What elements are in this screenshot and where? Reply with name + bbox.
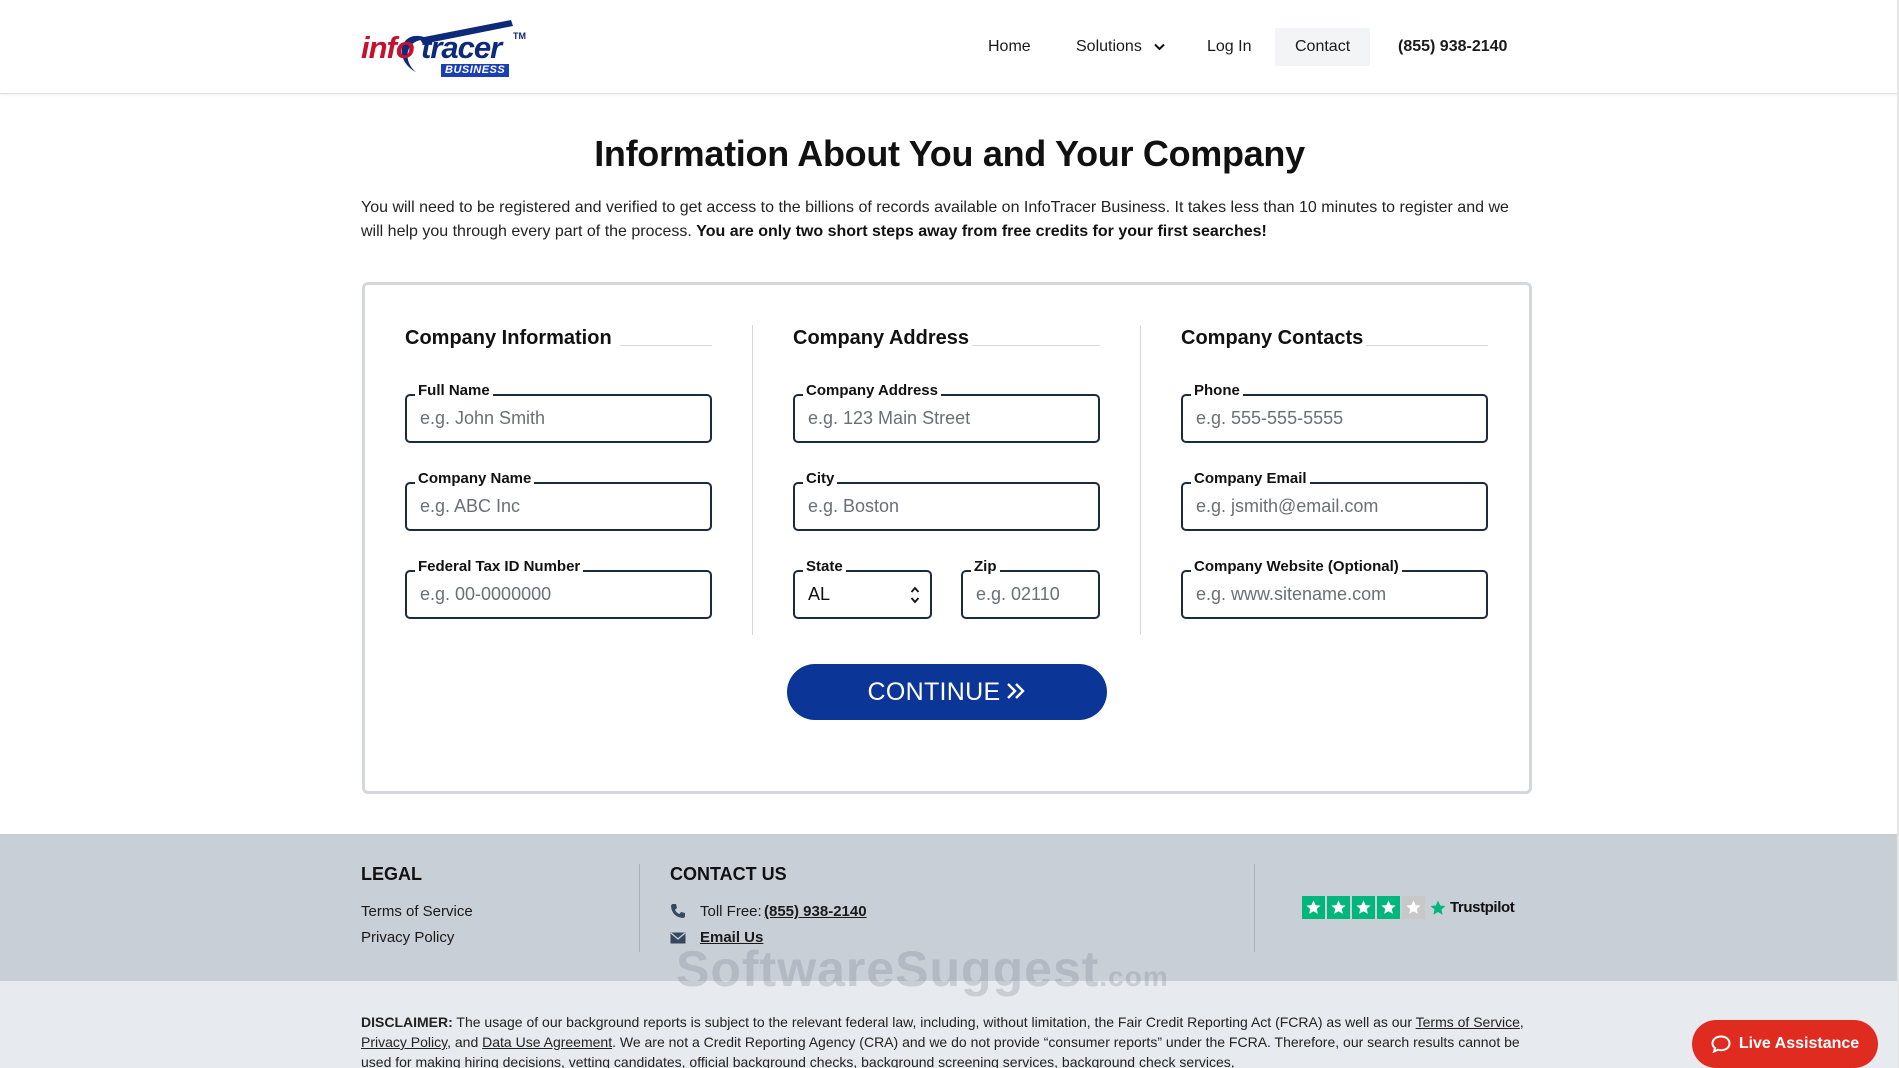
nav-home[interactable]: Home [988, 28, 1031, 66]
phone-icon [671, 904, 685, 918]
trustpilot-rating[interactable]: Trustpilot [1302, 896, 1515, 919]
nav-solutions-label: Solutions [1076, 38, 1142, 55]
heading-rule [1366, 345, 1488, 346]
watermark-suffix: .com [1099, 961, 1169, 992]
disclaimer-text: DISCLAIMER: The usage of our background … [361, 1012, 1541, 1068]
watermark-main: SoftwareSuggest [676, 941, 1100, 997]
zip-field: Zip [961, 558, 1100, 619]
tax-id-field: Federal Tax ID Number [405, 558, 712, 619]
footer-divider [639, 864, 640, 952]
disclaimer-text-1: The usage of our background reports is s… [456, 1014, 1412, 1030]
city-field: City [793, 470, 1100, 531]
intro-paragraph: You will need to be registered and verif… [361, 196, 1531, 244]
contact-us-heading: CONTACT US [670, 864, 787, 884]
nav-contact[interactable]: Contact [1275, 28, 1371, 66]
company-contacts-heading: Company Contacts [1181, 327, 1364, 349]
company-name-input[interactable] [420, 484, 697, 529]
company-name-field: Company Name [405, 470, 712, 531]
phone-input[interactable] [1196, 396, 1473, 441]
live-assistance-label: Live Assistance [1738, 1035, 1860, 1052]
company-address-heading: Company Address [793, 327, 969, 349]
live-assistance-button[interactable]: Live Assistance [1692, 1020, 1878, 1068]
company-email-input[interactable] [1196, 484, 1473, 529]
column-divider [1140, 325, 1141, 635]
disclaimer-terms-link[interactable]: Terms of Service [1416, 1014, 1520, 1030]
company-email-field: Company Email [1181, 470, 1488, 531]
heading-rule [620, 345, 712, 346]
logo-tm-text: TM [513, 31, 526, 41]
company-address-field: Company Address [793, 382, 1100, 443]
phone-field: Phone [1181, 382, 1488, 443]
continue-label: CONTINUE [867, 678, 1001, 706]
disclaimer-sep-1: , [1519, 1014, 1524, 1030]
zip-input[interactable] [976, 572, 1085, 617]
star-icon [1352, 896, 1375, 919]
heading-rule [972, 345, 1100, 346]
nav-login[interactable]: Log In [1207, 28, 1251, 66]
chat-bubble-icon [1711, 1035, 1731, 1053]
star-icon [1327, 896, 1350, 919]
full-name-field: Full Name [405, 382, 712, 443]
disclaimer-dua-link[interactable]: Data Use Agreement [482, 1034, 612, 1050]
company-website-input[interactable] [1196, 572, 1473, 617]
footer-privacy-link[interactable]: Privacy Policy [361, 929, 454, 946]
intro-bold-text: You are only two short steps away from f… [696, 223, 1267, 240]
select-arrows-icon [910, 586, 920, 604]
logo-business-badge: BUSINESS [441, 64, 510, 77]
city-input[interactable] [808, 484, 1085, 529]
column-divider [752, 325, 753, 635]
company-address-input[interactable] [808, 396, 1085, 441]
continue-button[interactable]: CONTINUE [787, 664, 1107, 720]
legal-heading: LEGAL [361, 864, 422, 884]
nav-solutions[interactable]: Solutions [1076, 28, 1165, 66]
trustpilot-star-icon [1430, 900, 1446, 915]
logo-info-text: info [361, 30, 415, 65]
logo-tracer-text: tracer [421, 30, 502, 65]
toll-free-label: Toll Free: [700, 903, 762, 920]
site-header: info tracer TM BUSINESS Home Solutions L… [0, 0, 1899, 94]
company-website-field: Company Website (Optional) [1181, 558, 1488, 619]
star-icon [1377, 896, 1400, 919]
footer-terms-link[interactable]: Terms of Service [361, 903, 473, 920]
disclaimer-label: DISCLAIMER: [361, 1014, 453, 1030]
company-information-heading: Company Information [405, 327, 612, 349]
state-value: AL [808, 584, 831, 604]
star-icon [1302, 896, 1325, 919]
state-label: State [803, 558, 846, 576]
chevron-down-icon [1154, 43, 1165, 51]
nav-phone[interactable]: (855) 938-2140 [1398, 28, 1507, 66]
disclaimer-sep-2: , and [447, 1034, 479, 1050]
state-select[interactable]: State AL [793, 558, 932, 619]
double-chevron-right-icon [1007, 683, 1026, 699]
footer-divider [1254, 864, 1255, 952]
star-empty-icon [1402, 896, 1425, 919]
tax-id-input[interactable] [420, 572, 697, 617]
watermark: SoftwareSuggest.com [676, 940, 1169, 998]
trustpilot-label: Trustpilot [1450, 899, 1515, 916]
page-title: Information About You and Your Company [594, 133, 1305, 174]
disclaimer-privacy-link[interactable]: Privacy Policy [361, 1034, 447, 1050]
toll-free-number-link[interactable]: (855) 938-2140 [764, 903, 867, 920]
full-name-input[interactable] [420, 396, 697, 441]
infotracer-logo[interactable]: info tracer TM BUSINESS [361, 14, 531, 80]
